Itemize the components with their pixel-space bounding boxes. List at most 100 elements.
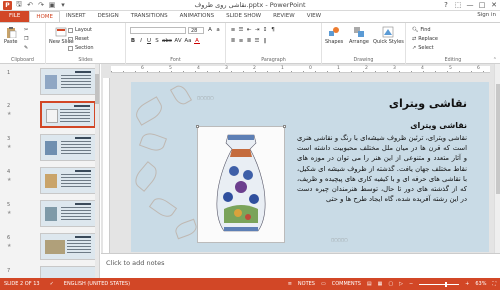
underline-button[interactable]: U [146, 38, 152, 44]
resize-handle[interactable] [196, 125, 199, 128]
tab-design[interactable]: DESIGN [92, 11, 125, 22]
cut-button[interactable]: ✂ [24, 27, 28, 33]
tab-review[interactable]: REVIEW [267, 11, 301, 22]
notes-button[interactable]: NOTES [298, 281, 315, 287]
language-indicator[interactable]: ENGLISH (UNITED STATES) [64, 281, 130, 287]
slide-sorter-icon[interactable]: ▦ [378, 281, 383, 287]
slide-number: 4 [7, 169, 11, 175]
slide-thumbnail[interactable]: 1 [4, 68, 98, 95]
close-button[interactable]: ✕ [488, 0, 500, 10]
zoom-out-icon[interactable]: − [409, 281, 413, 287]
increase-font-icon[interactable]: A [207, 27, 213, 33]
slide-thumbnails-panel: 1 2 ★ 3 ★ 4 ★ 5 ★ 6 ★ 7 [0, 64, 100, 278]
notes-pane[interactable]: Click to add notes [101, 253, 500, 278]
italic-button[interactable]: I [138, 38, 144, 44]
normal-view-icon[interactable]: ▤ [367, 281, 372, 287]
thumbnails-scrollbar[interactable] [95, 64, 99, 278]
comments-button[interactable]: COMMENTS [332, 281, 361, 287]
reading-view-icon[interactable]: ▢ [388, 281, 393, 287]
tab-view[interactable]: VIEW [301, 11, 327, 22]
zoom-slider[interactable] [419, 281, 460, 287]
slide-thumbnail-selected[interactable]: 2 ★ [4, 101, 98, 128]
editor-scrollbar[interactable] [494, 64, 500, 253]
font-color-button[interactable]: A [194, 38, 200, 44]
resize-handle[interactable] [283, 125, 286, 128]
change-case-button[interactable]: Aa [184, 38, 192, 44]
fit-slide-icon[interactable]: ⛶ [492, 281, 496, 287]
ruler-number: 4 [197, 66, 200, 71]
line-spacing-icon[interactable]: ↕ [262, 27, 268, 33]
slide-thumbnail[interactable]: 3 ★ [4, 134, 98, 161]
slide-thumbnail[interactable]: 7 [4, 266, 98, 278]
slide-subtitle[interactable]: نقاشی ویترای [410, 121, 467, 130]
tab-file[interactable]: FILE [0, 11, 30, 22]
reset-button[interactable]: Reset [68, 36, 89, 42]
bold-button[interactable]: B [130, 38, 136, 44]
sign-in-link[interactable]: Sign in [477, 12, 496, 18]
find-button[interactable]: 🔍︎ Find [412, 27, 431, 33]
thumbnail-picture [45, 207, 57, 221]
slide-canvas[interactable]: □□□□□ نقاشی ویترای نقاشی ویترای نقاشی وی… [131, 82, 489, 252]
collapse-ribbon-icon[interactable]: ⌃ [493, 57, 497, 63]
increase-indent-icon[interactable]: ⇥ [254, 27, 260, 33]
zoom-level[interactable]: 63% [475, 281, 486, 287]
columns-icon[interactable]: ‖ [262, 38, 268, 44]
paste-button[interactable]: Paste [4, 26, 18, 45]
font-name-combo[interactable] [130, 27, 186, 34]
shapes-button[interactable]: Shapes [325, 26, 343, 45]
rtl-icon[interactable]: ¶ [270, 27, 276, 33]
thumbnail-text [61, 141, 91, 155]
character-spacing-button[interactable]: AV [174, 38, 182, 44]
tab-slide-show[interactable]: SLIDE SHOW [220, 11, 267, 22]
thumbnail-image [40, 200, 96, 227]
decrease-font-icon[interactable]: a [215, 27, 221, 33]
slide-thumbnail[interactable]: 6 ★ [4, 233, 98, 260]
thumbnail-text [60, 109, 90, 123]
tab-insert[interactable]: INSERT [60, 11, 91, 22]
align-center-icon[interactable]: ≡ [238, 38, 244, 44]
slide-counter: SLIDE 2 OF 13 [4, 281, 40, 287]
scrollbar-thumb[interactable] [95, 74, 99, 104]
layout-button[interactable]: Layout [68, 27, 92, 33]
slide-thumbnail[interactable]: 5 ★ [4, 200, 98, 227]
shadow-button[interactable]: S [154, 38, 160, 44]
tab-animations[interactable]: ANIMATIONS [174, 11, 221, 22]
slideshow-icon[interactable]: ▷ [399, 281, 403, 287]
bullets-icon[interactable]: ≡ [230, 27, 236, 33]
quick-styles-button[interactable]: Quick Styles [373, 26, 404, 45]
help-button[interactable]: ? [440, 0, 452, 10]
section-button[interactable]: Section [68, 45, 94, 51]
ruler-number: 0 [309, 66, 312, 71]
notes-placeholder: Click to add notes [106, 259, 165, 267]
minimize-button[interactable]: — [464, 0, 476, 10]
zoom-in-icon[interactable]: + [465, 281, 469, 287]
maximize-button[interactable]: □ [476, 0, 488, 10]
numbering-icon[interactable]: ☰ [238, 27, 244, 33]
strikethrough-button[interactable]: abc [162, 38, 172, 44]
tab-transitions[interactable]: TRANSITIONS [125, 11, 174, 22]
align-left-icon[interactable]: ≣ [230, 38, 236, 44]
ribbon-display-options-icon[interactable]: ⬚ [452, 0, 464, 10]
align-right-icon[interactable]: ≣ [246, 38, 252, 44]
window-controls: ? ⬚ — □ ✕ [440, 0, 500, 10]
replace-button[interactable]: ⇄ Replace [412, 36, 438, 42]
copy-button[interactable]: ❐ [24, 36, 28, 42]
notes-toggle-icon[interactable]: ≡ [288, 281, 292, 287]
zoom-slider-thumb[interactable] [445, 281, 448, 287]
spellcheck-icon[interactable]: ✓ [50, 281, 54, 287]
font-size-combo[interactable]: 28 [188, 27, 204, 34]
decrease-indent-icon[interactable]: ⇤ [246, 27, 252, 33]
tab-home[interactable]: HOME [29, 11, 61, 22]
vase-picture[interactable] [197, 126, 285, 243]
slide-thumbnail[interactable]: 4 ★ [4, 167, 98, 194]
arrange-button[interactable]: Arrange [349, 26, 369, 45]
slide-title[interactable]: نقاشی ویترای [389, 97, 467, 110]
ruler-number: 5 [449, 66, 452, 71]
select-button[interactable]: ↗ Select [412, 45, 434, 51]
scrollbar-thumb[interactable] [496, 84, 500, 194]
decorative-leaf [132, 96, 166, 126]
comments-icon[interactable]: ▭ [321, 281, 326, 287]
format-painter-button[interactable]: ✎ [24, 45, 28, 51]
slide-body-text[interactable]: نقاشی ویترای، ترئین ظروف شیشه‌ای با رنگ … [297, 133, 467, 204]
justify-icon[interactable]: ☰ [254, 38, 260, 44]
